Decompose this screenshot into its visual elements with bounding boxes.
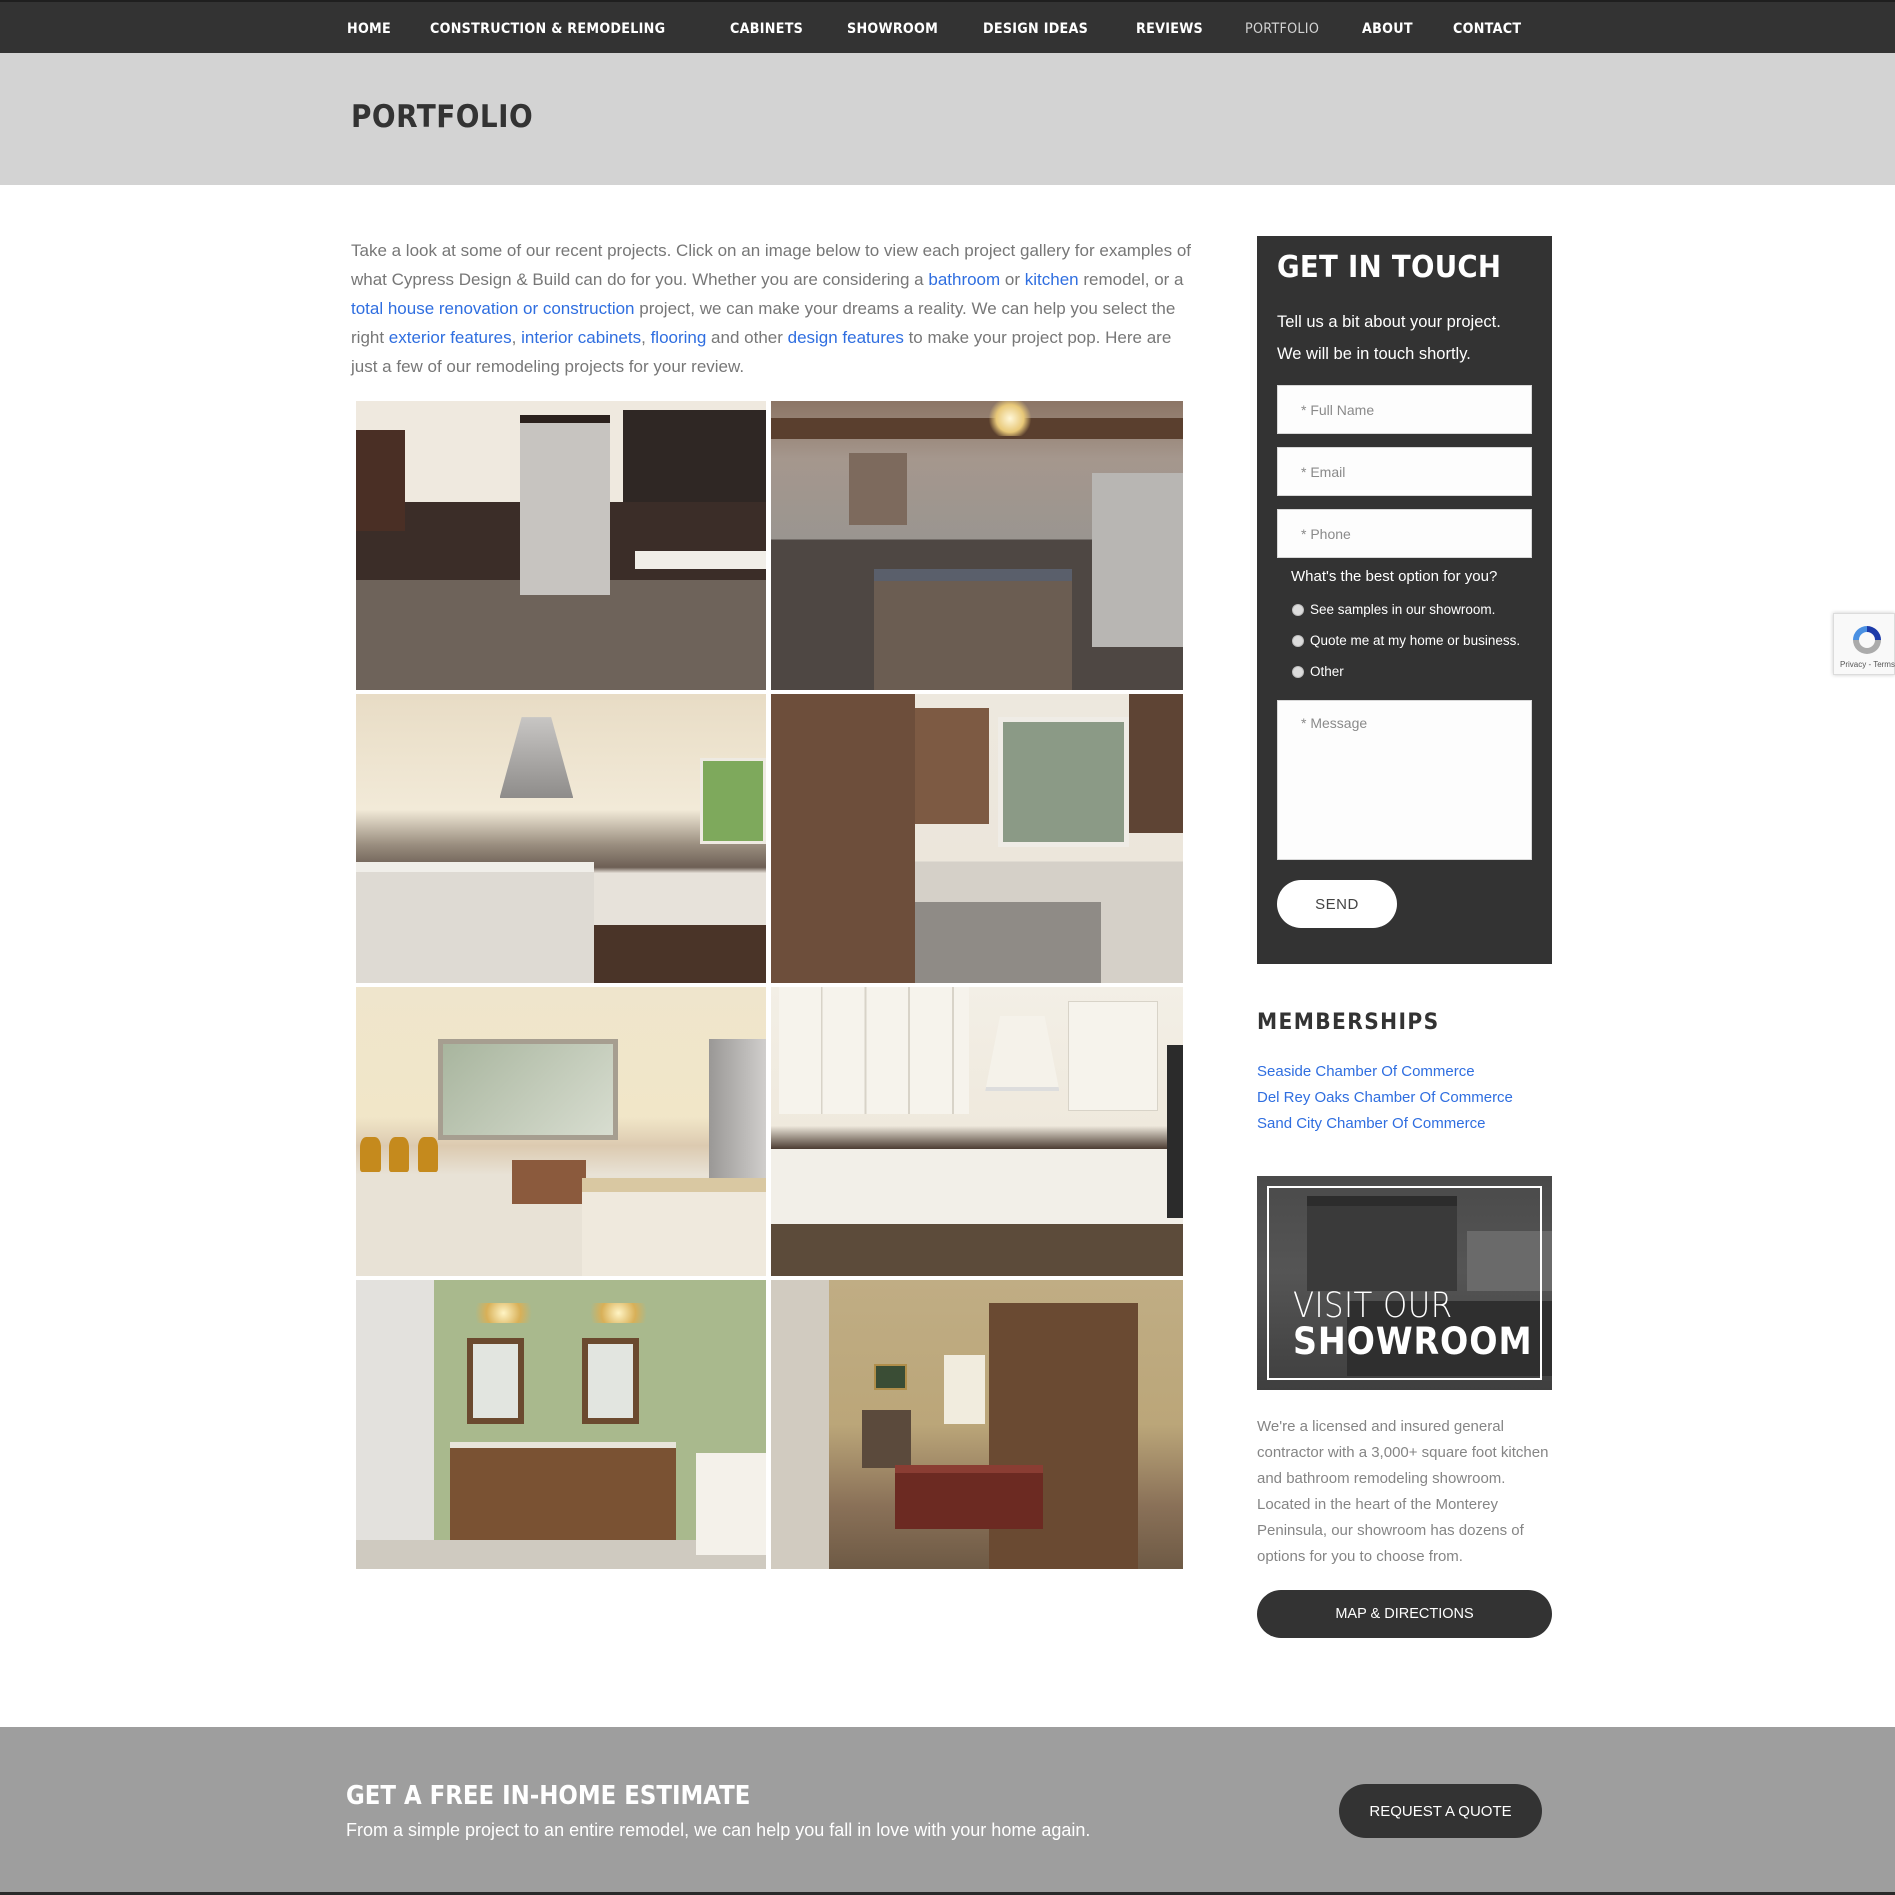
kitchen-photo — [356, 694, 766, 983]
nav-item-portfolio: PORTFOLIO — [1245, 21, 1329, 37]
option-showroom-samples[interactable]: See samples in our showroom. — [1292, 602, 1495, 617]
gallery-image-3[interactable] — [356, 694, 766, 983]
option-label: Quote me at my home or business. — [1310, 633, 1521, 648]
nav-item-about: ABOUT — [1362, 21, 1420, 37]
nav-item-showroom: SHOWROOM — [847, 21, 951, 37]
contact-form-title: GET IN TOUCH — [1277, 250, 1502, 285]
link-flooring[interactable]: flooring — [651, 328, 707, 347]
gallery-image-8[interactable] — [771, 1280, 1183, 1569]
link-interior-cabinets[interactable]: interior cabinets — [521, 328, 641, 347]
intro-text: , — [511, 328, 522, 347]
bedroom-photo — [771, 1280, 1183, 1569]
membership-item: Sand City Chamber Of Commerce — [1257, 1111, 1513, 1137]
message-textarea[interactable] — [1277, 700, 1532, 860]
kitchen-photo — [356, 401, 766, 690]
kitchen-photo — [356, 987, 766, 1276]
intro-text: or — [1000, 270, 1025, 289]
intro-text: remodel, or a — [1078, 270, 1184, 289]
cta-subtitle: From a simple project to an entire remod… — [346, 1820, 1091, 1840]
cta-title: GET A FREE IN-HOME ESTIMATE — [346, 1781, 751, 1811]
intro-paragraph: Take a look at some of our recent projec… — [351, 236, 1196, 381]
nav-item-reviews: REVIEWS — [1136, 21, 1212, 37]
recaptcha-badge[interactable]: Privacy - Terms — [1833, 613, 1895, 675]
page-title: PORTFOLIO — [351, 99, 534, 135]
send-button[interactable]: SEND — [1277, 880, 1397, 928]
nav-link-home[interactable]: HOME — [347, 21, 391, 37]
link-kitchen[interactable]: kitchen — [1025, 270, 1079, 289]
top-navigation: HOME CONSTRUCTION & REMODELING CABINETS … — [0, 0, 1895, 53]
kitchen-photo — [771, 987, 1183, 1276]
lead-line: We will be in touch shortly. — [1277, 345, 1471, 363]
gallery-image-5[interactable] — [356, 987, 766, 1276]
gallery-image-1[interactable] — [356, 401, 766, 690]
nav-link-contact[interactable]: CONTACT — [1453, 21, 1521, 37]
email-input[interactable] — [1277, 447, 1532, 496]
membership-item: Del Rey Oaks Chamber Of Commerce — [1257, 1085, 1513, 1111]
intro-text: , — [641, 328, 651, 347]
membership-item: Seaside Chamber Of Commerce — [1257, 1059, 1513, 1085]
link-del-rey-oaks-chamber[interactable]: Del Rey Oaks Chamber Of Commerce — [1257, 1089, 1513, 1106]
nav-item-contact: CONTACT — [1453, 21, 1531, 37]
option-label: See samples in our showroom. — [1310, 602, 1496, 617]
nav-item-home: HOME — [347, 21, 397, 37]
request-quote-button[interactable]: REQUEST A QUOTE — [1339, 1784, 1542, 1838]
gallery-image-6[interactable] — [771, 987, 1183, 1276]
link-bathroom[interactable]: bathroom — [928, 270, 1000, 289]
option-question: What's the best option for you? — [1291, 568, 1498, 585]
full-name-input[interactable] — [1277, 385, 1532, 434]
about-text: We're a licensed and insured general con… — [1257, 1418, 1549, 1565]
link-seaside-chamber[interactable]: Seaside Chamber Of Commerce — [1257, 1063, 1475, 1080]
estimate-cta-band: GET A FREE IN-HOME ESTIMATE From a simpl… — [0, 1727, 1895, 1892]
gallery-image-2[interactable] — [771, 401, 1183, 690]
recaptcha-terms[interactable]: Privacy - Terms — [1840, 660, 1895, 669]
nav-link-design-ideas[interactable]: DESIGN IDEAS — [983, 21, 1088, 37]
nav-link-construction-remodeling[interactable]: CONSTRUCTION & REMODELING — [430, 21, 665, 37]
radio-button[interactable] — [1292, 634, 1304, 647]
memberships-list: Seaside Chamber Of Commerce Del Rey Oaks… — [1257, 1059, 1513, 1137]
option-label: Other — [1310, 664, 1344, 679]
memberships-title: MEMBERSHIPS — [1257, 1010, 1440, 1035]
contact-form-lead: Tell us a bit about your project. We wil… — [1277, 306, 1537, 370]
recaptcha-icon — [1853, 626, 1881, 654]
nav-menu: HOME CONSTRUCTION & REMODELING CABINETS … — [347, 2, 1563, 55]
bathroom-photo — [356, 1280, 766, 1569]
kitchen-photo — [771, 694, 1183, 983]
portfolio-gallery — [356, 401, 1183, 1569]
gallery-image-7[interactable] — [356, 1280, 766, 1569]
option-other[interactable]: Other — [1292, 664, 1344, 679]
link-sand-city-chamber[interactable]: Sand City Chamber Of Commerce — [1257, 1115, 1485, 1132]
gallery-image-4[interactable] — [771, 694, 1183, 983]
visit-showroom-banner[interactable]: VISIT OUR SHOWROOM — [1257, 1176, 1552, 1390]
page-header: PORTFOLIO — [0, 53, 1895, 185]
kitchen-photo — [771, 401, 1183, 690]
radio-button[interactable] — [1292, 665, 1304, 678]
nav-link-portfolio[interactable]: PORTFOLIO — [1245, 21, 1319, 37]
nav-link-reviews[interactable]: REVIEWS — [1136, 21, 1203, 37]
banner-line-2: SHOWROOM — [1293, 1320, 1533, 1363]
nav-link-about[interactable]: ABOUT — [1362, 21, 1413, 37]
nav-item-construction: CONSTRUCTION & REMODELING — [430, 21, 697, 37]
link-exterior-features[interactable]: exterior features — [389, 328, 512, 347]
option-quote-at-home[interactable]: Quote me at my home or business. — [1292, 633, 1520, 648]
nav-link-cabinets[interactable]: CABINETS — [730, 21, 803, 37]
intro-text: and other — [706, 328, 788, 347]
link-design-features[interactable]: design features — [788, 328, 904, 347]
nav-item-cabinets: CABINETS — [730, 21, 813, 37]
nav-link-showroom[interactable]: SHOWROOM — [847, 21, 938, 37]
get-in-touch-panel: GET IN TOUCH Tell us a bit about your pr… — [1257, 236, 1552, 964]
map-directions-button[interactable]: MAP & DIRECTIONS — [1257, 1590, 1552, 1638]
lead-line: Tell us a bit about your project. — [1277, 313, 1501, 331]
link-total-house-renovation[interactable]: total house renovation or construction — [351, 299, 635, 318]
radio-button[interactable] — [1292, 603, 1304, 616]
phone-input[interactable] — [1277, 509, 1532, 558]
nav-item-design-ideas: DESIGN IDEAS — [983, 21, 1102, 37]
